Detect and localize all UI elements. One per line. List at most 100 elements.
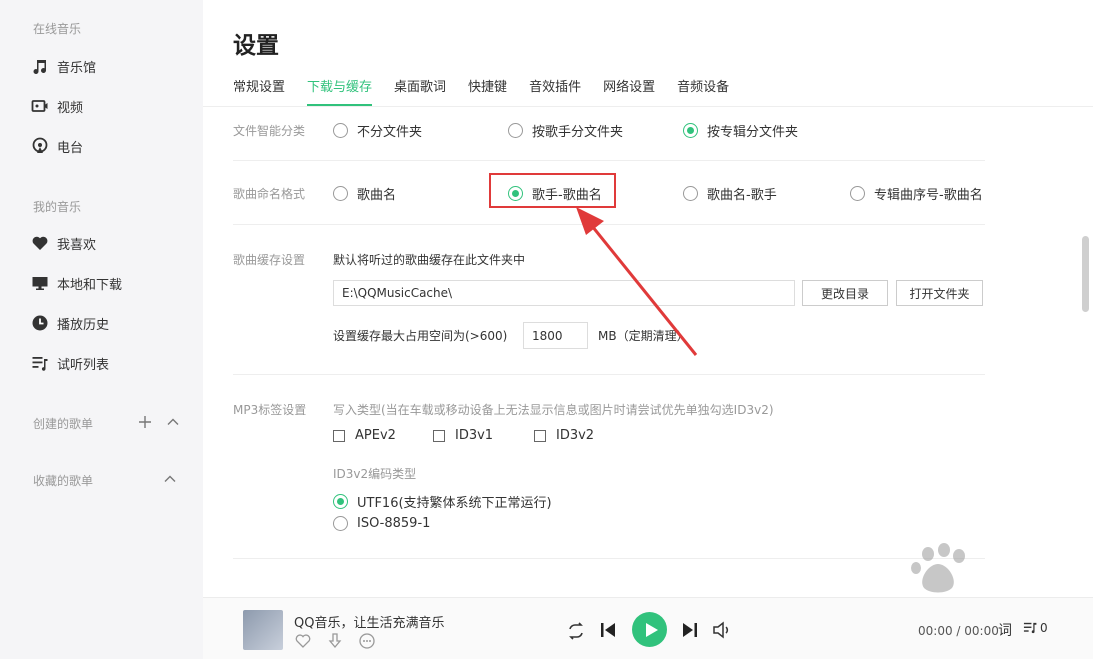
scrollbar-thumb[interactable] — [1082, 236, 1089, 312]
radio-label: 歌曲名-歌手 — [707, 188, 777, 203]
heart-icon — [32, 236, 48, 250]
radio-label: 不分文件夹 — [357, 125, 423, 140]
chevron-up-icon[interactable] — [166, 415, 180, 429]
sidebar-item-label: 本地和下载 — [57, 277, 123, 293]
song-actions — [294, 632, 376, 650]
queue-icon — [1023, 622, 1037, 634]
sidebar-section-my-music: 我的音乐 — [33, 200, 82, 214]
radio-button[interactable] — [333, 186, 348, 201]
tab-desktop-lyrics[interactable]: 桌面歌词 — [394, 76, 446, 106]
monitor-icon — [32, 277, 48, 290]
annotation-arrow — [576, 207, 698, 356]
queue-count: 0 — [1040, 620, 1048, 635]
clock-icon — [32, 315, 48, 331]
heart-outline-icon[interactable] — [294, 632, 312, 650]
checkbox[interactable] — [534, 429, 546, 442]
check-id3v1[interactable]: ID3v1 — [433, 428, 493, 443]
tab-download-cache[interactable]: 下载与缓存 — [307, 76, 373, 106]
radio-button[interactable] — [333, 123, 348, 138]
page-title: 设置 — [233, 33, 279, 59]
sidebar-item-label: 我喜欢 — [57, 237, 97, 253]
divider — [233, 374, 985, 375]
music-note-icon — [33, 60, 46, 74]
video-icon — [31, 100, 48, 112]
plus-icon[interactable] — [138, 415, 152, 429]
tab-shortcuts[interactable]: 快捷键 — [468, 76, 507, 106]
radio-label: 按歌手分文件夹 — [532, 125, 624, 140]
more-icon[interactable] — [358, 632, 376, 650]
checkbox-label: ID3v2 — [556, 428, 595, 443]
qq-music-window: 在线音乐 音乐馆 视频 电台 我的音乐 我喜欢 本地和下载 播放历史 试听列表 … — [0, 0, 1093, 659]
sidebar-item-label: 播放历史 — [57, 317, 110, 333]
folder-option-by-album[interactable]: 按专辑分文件夹 — [683, 121, 798, 140]
sidebar-section-favorite-playlists: 收藏的歌单 — [33, 474, 94, 488]
radio-label: ISO-8859-1 — [357, 516, 431, 531]
radio-label: UTF16(支持繁体系统下正常运行) — [357, 496, 552, 511]
radio-label: 歌曲名 — [357, 188, 397, 203]
radio-button-selected[interactable] — [683, 123, 698, 138]
playlist-icon — [32, 357, 48, 371]
play-button[interactable] — [632, 612, 667, 647]
cache-max-label: 设置缓存最大占用空间为(>600) — [333, 329, 508, 343]
tab-audio-plugins[interactable]: 音效插件 — [529, 76, 581, 106]
sidebar-section-created: 创建的歌单 — [33, 417, 94, 431]
mp3-tag-label: MP3标签设置 — [233, 403, 307, 417]
sidebar-item-label: 音乐馆 — [57, 60, 97, 76]
loop-icon[interactable] — [566, 622, 586, 640]
tab-audio-device[interactable]: 音频设备 — [677, 76, 729, 106]
baidu-watermark — [911, 543, 965, 593]
cache-settings-label: 歌曲缓存设置 — [233, 253, 306, 267]
divider — [233, 160, 985, 161]
radio-button[interactable] — [508, 123, 523, 138]
sidebar-item-label: 试听列表 — [57, 357, 110, 373]
naming-format-label: 歌曲命名格式 — [233, 187, 306, 201]
tab-network[interactable]: 网络设置 — [603, 76, 655, 106]
download-icon[interactable] — [326, 632, 344, 650]
check-apev2[interactable]: APEv2 — [333, 428, 396, 443]
album-cover[interactable] — [243, 610, 283, 650]
sidebar-item-radio[interactable]: 电台 — [31, 135, 83, 157]
sidebar-item-label: 电台 — [57, 140, 84, 156]
checkbox[interactable] — [333, 429, 345, 442]
checkbox[interactable] — [433, 429, 445, 442]
radio-label: 按专辑分文件夹 — [707, 125, 799, 140]
radio-button[interactable] — [333, 516, 348, 531]
id3v2-encoding-label: ID3v2编码类型 — [333, 467, 417, 481]
sidebar-item-video[interactable]: 视频 — [31, 95, 83, 117]
tab-general[interactable]: 常规设置 — [233, 76, 285, 106]
radio-button[interactable] — [850, 186, 865, 201]
change-directory-button[interactable]: 更改目录 — [802, 280, 888, 306]
sidebar-item-trial-list[interactable]: 试听列表 — [31, 352, 109, 374]
created-playlist-controls — [138, 415, 180, 429]
cache-description: 默认将听过的歌曲缓存在此文件夹中 — [333, 253, 526, 267]
sidebar-item-favorites[interactable]: 我喜欢 — [31, 232, 96, 254]
encoding-iso[interactable]: ISO-8859-1 — [333, 516, 430, 531]
radio-label: 专辑曲序号-歌曲名 — [874, 188, 983, 203]
chevron-up-icon[interactable] — [163, 472, 177, 486]
play-icon — [646, 622, 658, 637]
playback-time: 00:00 / 00:00 — [918, 624, 999, 638]
sidebar-section-online: 在线音乐 — [33, 22, 82, 36]
folder-option-none[interactable]: 不分文件夹 — [333, 121, 422, 140]
sidebar-item-label: 视频 — [57, 100, 84, 116]
radio-button-selected[interactable] — [333, 494, 348, 509]
encoding-utf16[interactable]: UTF16(支持繁体系统下正常运行) — [333, 492, 552, 511]
folder-option-by-artist[interactable]: 按歌手分文件夹 — [508, 121, 623, 140]
song-title: QQ音乐，让生活充满音乐 — [294, 616, 445, 631]
favorite-playlist-controls — [163, 472, 177, 486]
checkbox-label: APEv2 — [355, 428, 396, 443]
play-queue-button[interactable]: 0 — [1023, 620, 1048, 635]
sidebar-item-local-download[interactable]: 本地和下载 — [31, 272, 122, 294]
sidebar-item-history[interactable]: 播放历史 — [31, 312, 109, 334]
naming-option-song[interactable]: 歌曲名 — [333, 184, 396, 203]
sidebar-item-music-hall[interactable]: 音乐馆 — [31, 55, 96, 77]
folder-category-label: 文件智能分类 — [233, 124, 306, 138]
naming-option-track-song[interactable]: 专辑曲序号-歌曲名 — [850, 184, 983, 203]
open-folder-button[interactable]: 打开文件夹 — [896, 280, 983, 306]
previous-icon[interactable] — [598, 620, 618, 640]
check-id3v2[interactable]: ID3v2 — [534, 428, 594, 443]
sidebar: 在线音乐 音乐馆 视频 电台 我的音乐 我喜欢 本地和下载 播放历史 试听列表 … — [0, 0, 203, 659]
next-icon[interactable] — [680, 620, 700, 640]
lyrics-button[interactable]: 词 — [998, 620, 1012, 640]
volume-icon[interactable] — [712, 621, 732, 639]
